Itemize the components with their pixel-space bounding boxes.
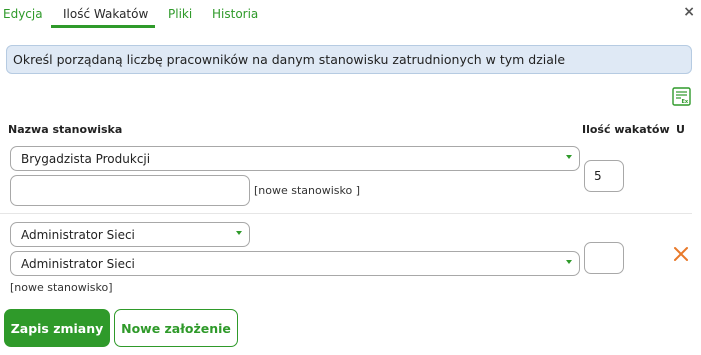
chevron-down-icon [566, 260, 572, 264]
tab-edycja[interactable]: Edycja [3, 7, 43, 21]
delete-icon[interactable] [672, 245, 690, 263]
tab-bar: Edycja Ilość Wakatów Pliki Historia × [0, 0, 701, 30]
vacancies-input-row1[interactable]: 5 [584, 160, 624, 192]
column-header-position: Nazwa stanowiska [8, 123, 123, 136]
save-button[interactable]: Zapis zmiany [4, 309, 110, 347]
chevron-down-icon [236, 231, 242, 235]
active-tab-indicator [51, 25, 155, 28]
column-header-vacancies: Ilość wakatów [582, 123, 670, 136]
position-select-value: Brygadzista Produkcji [21, 152, 151, 166]
new-position-link-row2[interactable]: [nowe stanowisko] [10, 281, 113, 294]
column-header-u: U [676, 123, 685, 136]
position-select-value: Administrator Sieci [21, 257, 135, 271]
tab-pliki[interactable]: Pliki [168, 7, 192, 21]
vacancies-input-row2[interactable] [584, 242, 624, 274]
position-select-row2[interactable]: Administrator Sieci [10, 251, 580, 276]
tab-historia[interactable]: Historia [212, 7, 258, 21]
chevron-down-icon [566, 155, 572, 159]
row-divider [0, 213, 692, 214]
svg-text:Ex: Ex [682, 99, 689, 105]
excel-export-icon[interactable]: Ex [672, 87, 691, 106]
position-select-row1[interactable]: Brygadzista Produkcji [10, 146, 580, 171]
new-assumption-button[interactable]: Nowe założenie [114, 309, 238, 347]
new-position-input-row1[interactable] [10, 175, 250, 206]
new-position-hint-row1: [nowe stanowisko ] [254, 184, 361, 197]
tab-ilosc-wakatow[interactable]: Ilość Wakatów [63, 7, 148, 21]
category-select-value: Administrator Sieci [21, 228, 135, 242]
info-message: Określ porządaną liczbę pracowników na d… [6, 45, 692, 74]
category-select-row2[interactable]: Administrator Sieci [10, 222, 250, 247]
close-icon[interactable]: × [683, 4, 695, 20]
